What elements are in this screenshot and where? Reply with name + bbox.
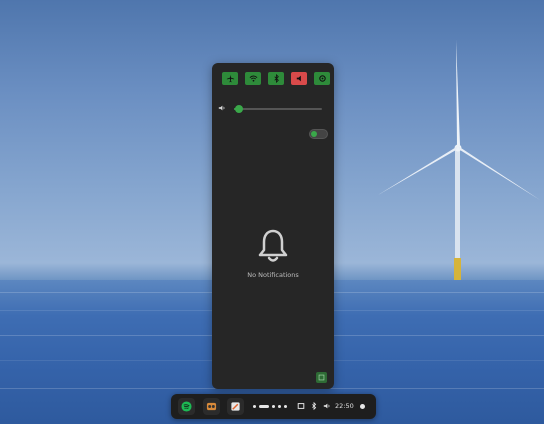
mute-toggle[interactable] [291, 72, 307, 85]
workspace-active[interactable] [259, 405, 269, 408]
workspace-dot[interactable] [253, 405, 256, 408]
workspace-dot[interactable] [278, 405, 281, 408]
spotify-app-icon [181, 401, 192, 412]
no-notifications-label: No Notifications [247, 271, 299, 279]
bell-icon [258, 229, 288, 262]
wind-turbine-image [378, 40, 540, 280]
media-app-icon [206, 402, 217, 411]
clear-notifications-button[interactable] [316, 372, 327, 383]
speaker-icon [218, 105, 225, 111]
workspace-dot[interactable] [284, 405, 287, 408]
volume-slider-handle[interactable] [235, 105, 244, 113]
notification-panel: No Notifications [212, 63, 334, 389]
clock[interactable]: 22:50 [335, 402, 354, 411]
settings-toggle[interactable] [314, 72, 330, 85]
system-tray [297, 402, 331, 410]
airplane-mode-toggle[interactable] [222, 72, 238, 85]
notification-center-icon[interactable] [360, 404, 365, 409]
empty-notifications: No Notifications [212, 228, 334, 279]
volume-control [218, 104, 328, 114]
screen-icon[interactable] [297, 402, 305, 410]
quick-settings-row [222, 72, 330, 85]
volume-slider-track[interactable] [234, 105, 322, 113]
mute-icon [296, 75, 301, 82]
volume-icon[interactable] [323, 402, 331, 410]
editor-app-button[interactable] [227, 398, 244, 415]
taskbar: 22:50 [171, 394, 376, 419]
bluetooth-toggle[interactable] [268, 72, 284, 85]
bluetooth-icon [273, 74, 279, 83]
media-app-button[interactable] [203, 398, 220, 415]
wifi-icon [249, 75, 257, 82]
do-not-disturb-switch[interactable] [309, 129, 328, 139]
wifi-toggle[interactable] [245, 72, 261, 85]
editor-app-icon [231, 402, 240, 411]
clear-icon [318, 374, 325, 381]
bluetooth-icon[interactable] [310, 402, 318, 410]
workspace-indicator[interactable] [253, 405, 287, 408]
switch-knob [311, 131, 317, 137]
spotify-app-button[interactable] [178, 398, 195, 415]
settings-icon [318, 75, 326, 82]
airplane-icon [226, 74, 234, 83]
workspace-dot[interactable] [272, 405, 275, 408]
